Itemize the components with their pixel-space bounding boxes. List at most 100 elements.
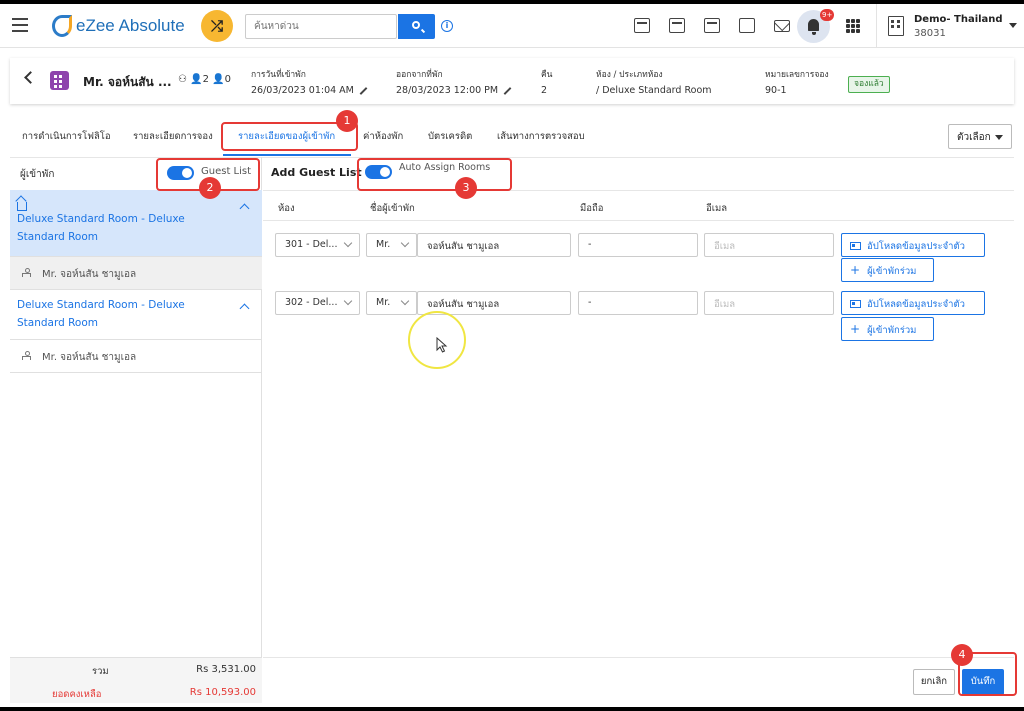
invoice-icon[interactable]: [739, 18, 755, 33]
step-marker: 4: [951, 644, 973, 666]
adult-icon: 👤: [190, 74, 203, 85]
room-group[interactable]: Deluxe Standard Room - Deluxe Standard R…: [10, 190, 262, 256]
mobile-input[interactable]: -: [578, 291, 698, 315]
mail-icon[interactable]: [774, 20, 790, 32]
column-header-email: อีเมล: [706, 203, 728, 214]
top-navigation-bar: eZee Absolute ⤮ i 9+ Demo- Thailand 3803…: [0, 4, 1024, 48]
nights-field: คืน 2: [541, 67, 553, 96]
guest-profile-icon[interactable]: ⚇: [178, 74, 187, 85]
app-frame: eZee Absolute ⤮ i 9+ Demo- Thailand 3803…: [0, 4, 1024, 707]
upload-id-button[interactable]: อัปโหลดข้อมูลประจำตัว: [841, 233, 985, 257]
room-type-field: ห้อง / ประเภทห้อง / Deluxe Standard Room: [596, 67, 712, 96]
guest-name-input[interactable]: จอห์นสัน ชามูเอล: [417, 233, 571, 257]
step-marker: 3: [455, 177, 477, 199]
booking-tabs: การดำเนินการโฟลิโอ รายละเอียดการจอง รายล…: [10, 120, 1014, 156]
salutation-select[interactable]: Mr.: [366, 233, 417, 257]
guest-list-name: Mr. จอห์นสัน ชามูเอล: [42, 269, 137, 280]
checkout-value: 28/03/2023 12:00 PM: [396, 85, 499, 96]
total-label: รวม: [92, 666, 109, 677]
room-type-value: / Deluxe Standard Room: [596, 85, 712, 96]
guest-tree-icon: [22, 268, 31, 277]
divider: [263, 657, 1014, 658]
edit-icon[interactable]: [359, 86, 368, 95]
building-icon: [888, 16, 904, 36]
divider: [876, 4, 877, 48]
add-sharer-label: ผู้เข้าพักร่วม: [867, 266, 917, 277]
email-input[interactable]: อีเมล: [704, 291, 834, 315]
edit-icon[interactable]: [503, 86, 512, 95]
app-logo[interactable]: eZee Absolute: [52, 12, 185, 40]
guest-list-item[interactable]: Mr. จอห์นสัน ชามูเอล: [10, 256, 262, 290]
guest-name: Mr. จอห์นสัน ...: [83, 75, 172, 89]
divider: [263, 220, 1014, 221]
search-input[interactable]: [245, 14, 397, 39]
room-select[interactable]: 302 - Del...: [275, 291, 360, 315]
salutation-value: Mr.: [376, 239, 391, 250]
tab-room-charges[interactable]: ค่าห้องพัก: [363, 129, 403, 144]
mobile-input[interactable]: -: [578, 233, 698, 257]
chevron-down-icon: [343, 238, 353, 248]
info-icon[interactable]: i: [441, 20, 453, 32]
menu-icon[interactable]: [12, 18, 28, 32]
guest-list-name: Mr. จอห์นสัน ชามูเอล: [42, 352, 137, 363]
totals-panel: รวม Rs 3,531.00 ยอดคงเหลือ Rs 10,593.00: [10, 657, 262, 703]
guest-list-item[interactable]: Mr. จอห์นสัน ชามูเอล: [10, 339, 262, 373]
column-header-guest-name: ชื่อผู้เข้าพัก: [370, 203, 415, 214]
search-button[interactable]: [398, 14, 435, 39]
options-dropdown[interactable]: ตัวเลือก: [948, 124, 1012, 149]
child-count: 0: [224, 74, 231, 85]
salutation-value: Mr.: [376, 297, 391, 308]
chevron-down-icon: [400, 296, 410, 306]
options-label: ตัวเลือก: [957, 132, 991, 143]
tab-folio-operations[interactable]: การดำเนินการโฟลิโอ: [22, 129, 111, 144]
guests-title: ผู้เข้าพัก: [20, 169, 55, 180]
checklist-calendar-icon[interactable]: [669, 18, 685, 33]
room-group[interactable]: Deluxe Standard Room - Deluxe Standard R…: [10, 290, 262, 339]
column-header-mobile: มือถือ: [580, 203, 604, 214]
plus-icon: +: [850, 263, 861, 277]
cancel-button[interactable]: ยกเลิก: [913, 669, 955, 695]
guest-sidebar: ผู้เข้าพัก Guest List Deluxe Standard Ro…: [10, 157, 262, 703]
id-card-icon: [850, 242, 861, 250]
nights-label: คืน: [541, 70, 553, 80]
add-sharer-label: ผู้เข้าพักร่วม: [867, 325, 917, 336]
chevron-up-icon[interactable]: [239, 203, 250, 214]
add-sharer-button[interactable]: + ผู้เข้าพักร่วม: [841, 317, 934, 341]
chevron-down-icon[interactable]: [1009, 23, 1017, 28]
room-group-name: Deluxe Standard Room - Deluxe Standard R…: [17, 213, 185, 243]
checkin-field: การวันที่เข้าพัก 26/03/2023 01:04 AM: [251, 67, 368, 96]
status-badge: จองแล้ว: [848, 76, 890, 93]
checkin-label: การวันที่เข้าพัก: [251, 70, 306, 80]
column-header-room: ห้อง: [278, 203, 295, 214]
room-select[interactable]: 301 - Del...: [275, 233, 360, 257]
email-input[interactable]: อีเมล: [704, 233, 834, 257]
room-select-value: 301 - Del...: [285, 239, 338, 250]
upload-id-button[interactable]: อัปโหลดข้อมูลประจำตัว: [841, 291, 985, 315]
tab-audit-trail[interactable]: เส้นทางการตรวจสอบ: [497, 129, 585, 144]
logo-mark-icon: [52, 15, 72, 37]
salutation-select[interactable]: Mr.: [366, 291, 417, 315]
guest-tree-icon: [22, 351, 31, 360]
tab-booking-details[interactable]: รายละเอียดการจอง: [133, 129, 213, 144]
checkout-field: ออกจากที่พัก 28/03/2023 12:00 PM: [396, 67, 512, 96]
add-booking-calendar-icon[interactable]: [634, 18, 650, 33]
balance-value: Rs 10,593.00: [189, 687, 256, 698]
reservation-number-label: หมายเลขการจอง: [765, 70, 829, 80]
shuffle-icon[interactable]: ⤮: [201, 10, 233, 42]
room-select-value: 302 - Del...: [285, 297, 338, 308]
step-marker: 2: [199, 177, 221, 199]
chevron-down-icon: [400, 238, 410, 248]
chevron-down-icon: [343, 296, 353, 306]
notification-badge: 9+: [820, 9, 835, 21]
chevron-up-icon[interactable]: [239, 303, 250, 314]
add-guest-list-title: Add Guest List: [271, 166, 362, 179]
back-arrow-icon[interactable]: [24, 71, 37, 84]
add-sharer-button[interactable]: + ผู้เข้าพักร่วม: [841, 258, 934, 282]
booking-header: Mr. จอห์นสัน ... ⚇ 👤2 👤0 การวันที่เข้าพั…: [10, 58, 1014, 104]
property-name[interactable]: Demo- Thailand: [914, 14, 1003, 25]
plus-icon: +: [850, 322, 861, 336]
calendar-icon[interactable]: [704, 18, 720, 33]
bell-icon: [808, 19, 819, 35]
tab-credit-card[interactable]: บัตรเครดิต: [428, 129, 472, 144]
apps-grid-icon[interactable]: [846, 19, 860, 33]
